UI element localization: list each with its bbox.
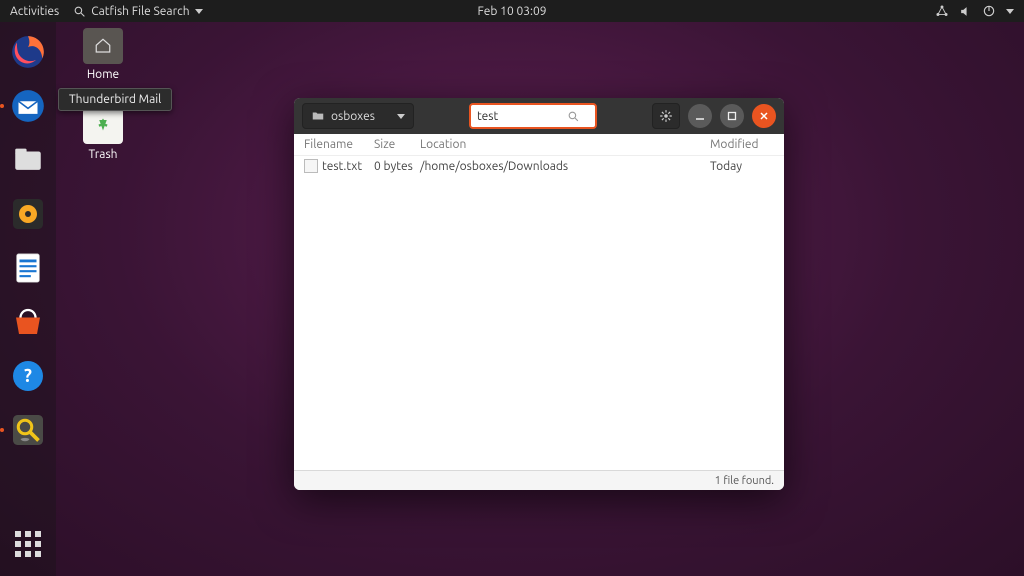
status-text: 1 file found. bbox=[715, 475, 774, 487]
system-tray[interactable] bbox=[935, 4, 1014, 18]
chevron-down-icon bbox=[397, 114, 405, 119]
file-icon bbox=[304, 159, 318, 173]
close-icon bbox=[759, 111, 769, 121]
volume-icon bbox=[959, 5, 972, 18]
dock-files[interactable] bbox=[6, 138, 50, 182]
chevron-down-icon bbox=[1006, 9, 1014, 14]
minimize-icon bbox=[695, 111, 705, 121]
folder-chooser-button[interactable]: osboxes bbox=[302, 103, 414, 129]
maximize-icon bbox=[727, 111, 737, 121]
clock[interactable]: Feb 10 03:09 bbox=[477, 5, 546, 18]
close-button[interactable] bbox=[752, 104, 776, 128]
top-bar: Activities Catfish File Search Feb 10 03… bbox=[0, 0, 1024, 22]
power-icon bbox=[982, 4, 996, 18]
settings-button[interactable] bbox=[652, 103, 680, 129]
folder-chooser-label: osboxes bbox=[331, 110, 375, 123]
window-titlebar[interactable]: osboxes bbox=[294, 98, 784, 134]
desktop-icon-trash[interactable]: Trash bbox=[68, 108, 138, 161]
desktop-icon-label: Home bbox=[68, 68, 138, 81]
maximize-button[interactable] bbox=[720, 104, 744, 128]
chevron-down-icon bbox=[195, 9, 203, 14]
desktop-icon-label: Trash bbox=[68, 148, 138, 161]
app-menu-button[interactable]: Catfish File Search bbox=[73, 5, 202, 18]
dock-thunderbird[interactable] bbox=[6, 84, 50, 128]
dock-help[interactable]: ? bbox=[6, 354, 50, 398]
home-folder-icon bbox=[83, 28, 123, 64]
svg-text:?: ? bbox=[24, 366, 32, 386]
column-size[interactable]: Size bbox=[374, 138, 420, 151]
dock-rhythmbox[interactable] bbox=[6, 192, 50, 236]
app-menu-label: Catfish File Search bbox=[91, 5, 189, 18]
results-pane: Filename Size Location Modified test.txt… bbox=[294, 134, 784, 470]
column-location[interactable]: Location bbox=[420, 138, 710, 151]
activities-button[interactable]: Activities bbox=[10, 5, 59, 18]
dock: ? bbox=[0, 22, 56, 576]
desktop-icon-home[interactable]: Home bbox=[68, 28, 138, 81]
dock-tooltip: Thunderbird Mail bbox=[58, 88, 172, 111]
show-applications-button[interactable] bbox=[6, 522, 50, 566]
dock-tooltip-label: Thunderbird Mail bbox=[69, 93, 161, 106]
result-row[interactable]: test.txt 0 bytes /home/osboxes/Downloads… bbox=[294, 156, 784, 176]
minimize-button[interactable] bbox=[688, 104, 712, 128]
gear-icon bbox=[659, 109, 673, 123]
trash-icon bbox=[83, 108, 123, 144]
dock-catfish[interactable] bbox=[6, 408, 50, 452]
catfish-window: osboxes Filename Size Location bbox=[294, 98, 784, 490]
cell-size: 0 bytes bbox=[374, 160, 420, 173]
column-headers[interactable]: Filename Size Location Modified bbox=[294, 134, 784, 156]
dock-firefox[interactable] bbox=[6, 30, 50, 74]
dock-libreoffice-writer[interactable] bbox=[6, 246, 50, 290]
search-field-wrap bbox=[469, 103, 597, 129]
cell-filename: test.txt bbox=[322, 160, 362, 173]
cell-location: /home/osboxes/Downloads bbox=[420, 160, 710, 173]
column-filename[interactable]: Filename bbox=[304, 138, 374, 151]
cell-modified: Today bbox=[710, 160, 774, 173]
catfish-app-icon bbox=[73, 5, 86, 18]
column-modified[interactable]: Modified bbox=[710, 138, 774, 151]
search-icon[interactable] bbox=[567, 110, 580, 123]
dock-software[interactable] bbox=[6, 300, 50, 344]
network-icon bbox=[935, 4, 949, 18]
search-input[interactable] bbox=[477, 110, 567, 123]
folder-icon bbox=[311, 109, 325, 123]
status-bar: 1 file found. bbox=[294, 470, 784, 490]
